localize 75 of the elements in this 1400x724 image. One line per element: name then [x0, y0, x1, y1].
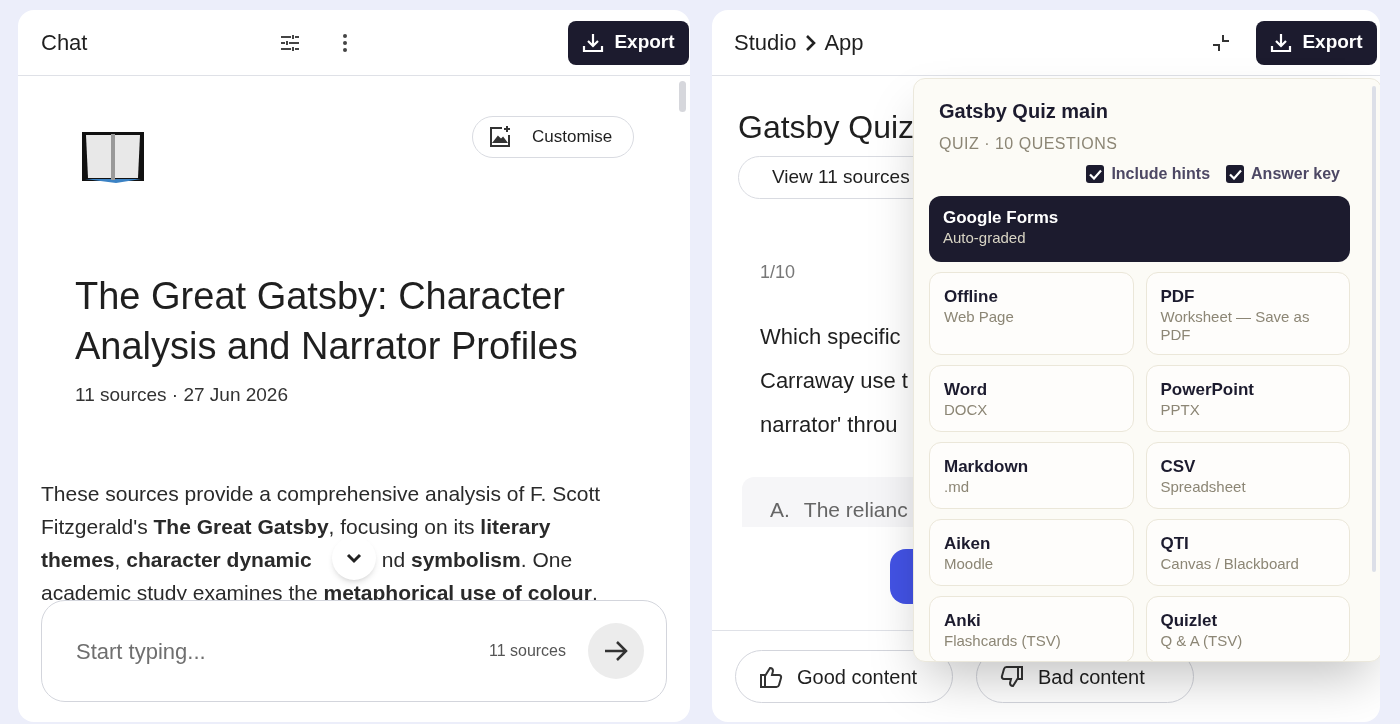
format-name: Word	[944, 379, 989, 401]
arrow-right-icon	[603, 640, 629, 662]
panel-title: Chat	[41, 29, 89, 57]
send-button[interactable]	[588, 623, 644, 679]
breadcrumb-current: App	[824, 29, 864, 57]
export-format-option[interactable]: PowerPoint PPTX	[1145, 365, 1350, 432]
format-name: PDF	[1160, 286, 1196, 308]
question-counter: 1/10	[760, 261, 797, 284]
format-name: Google Forms	[943, 207, 1060, 229]
export-format-option[interactable]: Quizlet Q & A (TSV)	[1145, 596, 1350, 661]
export-format-option[interactable]: CSV Spreadsheet	[1145, 442, 1350, 509]
format-detail: .md	[944, 478, 970, 496]
format-detail: Flashcards (TSV)	[944, 632, 1062, 650]
summary-text: academic study examines the metaphorical use of colour.	[41, 579, 598, 606]
format-name: Markdown	[944, 456, 1030, 478]
document-meta: 11 sources · 27 Jun 2026	[74, 383, 289, 407]
format-detail: Canvas / Blackboard	[1160, 555, 1300, 573]
export-format-option[interactable]: PDF Worksheet — Save as PDF	[1145, 272, 1350, 355]
scrollbar[interactable]	[1372, 86, 1376, 572]
format-name: CSV	[1160, 456, 1197, 478]
format-name: Offline	[944, 286, 999, 308]
summary-text: Fitzgerald's The Great Gatsby, focusing on its literary	[41, 513, 551, 540]
message-input[interactable]: Start typing...	[76, 634, 489, 668]
quiz-title: Gatsby Quiz	[738, 108, 915, 146]
checkbox[interactable]	[1086, 165, 1105, 183]
summary-text: themes, character dynamic	[41, 546, 312, 573]
add-image-icon	[488, 125, 512, 149]
question-text: Carraway use t	[760, 367, 908, 395]
question-text: narrator' throu	[760, 411, 898, 439]
checkbox-label: Answer key	[1251, 164, 1340, 184]
export-format-option[interactable]: Google Forms Auto-graded	[929, 196, 1350, 262]
export-format-option[interactable]: Anki Flashcards (TSV)	[929, 596, 1134, 661]
checkbox-label: Include hints	[1111, 164, 1211, 184]
chevron-down-icon	[345, 552, 363, 564]
collapse-icon[interactable]	[1211, 32, 1231, 53]
scrollbar[interactable]	[679, 81, 686, 112]
document-title: The Great Gatsby: Character Analysis and Narrator Profiles	[74, 274, 579, 369]
format-detail: Q & A (TSV)	[1160, 632, 1244, 650]
format-detail: DOCX	[944, 401, 989, 419]
breadcrumb-link[interactable]: Studio	[734, 26, 797, 59]
export-button[interactable]: Export	[1256, 20, 1377, 65]
export-format-option[interactable]: QTI Canvas / Blackboard	[1145, 519, 1350, 586]
question-text: Which specific	[760, 323, 901, 351]
format-detail: Worksheet — Save as PDF	[1160, 308, 1311, 344]
format-name: Aiken	[944, 533, 992, 555]
download-icon	[582, 31, 605, 54]
menu-subtitle: QUIZ · 10 QUESTIONS	[938, 134, 1119, 154]
thumbs-down-icon	[1000, 665, 1024, 688]
summary-text: nd symbolism. One	[381, 546, 573, 573]
checkbox[interactable]	[1226, 165, 1245, 183]
scroll-down-button[interactable]	[332, 536, 376, 580]
customise-button[interactable]: Customise	[472, 116, 634, 158]
format-detail: Auto-graded	[943, 229, 1027, 247]
format-name: PowerPoint	[1160, 379, 1255, 401]
format-name: Anki	[944, 610, 982, 632]
format-detail: Web Page	[944, 308, 1015, 326]
download-icon	[1270, 31, 1293, 54]
source-count: 11 sources	[488, 641, 566, 661]
option-text: The relianc	[803, 496, 908, 523]
option-letter: A.	[770, 496, 790, 523]
format-detail: Moodle	[944, 555, 995, 573]
export-format-option[interactable]: Aiken Moodle	[929, 519, 1134, 586]
format-detail: Spreadsheet	[1160, 478, 1247, 496]
thumbs-up-icon	[759, 665, 783, 688]
good-content-button[interactable]: Good content	[735, 650, 953, 703]
export-button[interactable]: Export	[568, 20, 689, 65]
export-format-option[interactable]: Word DOCX	[929, 365, 1134, 432]
format-name: Quizlet	[1160, 610, 1219, 632]
export-format-option[interactable]: Markdown .md	[929, 442, 1134, 509]
menu-title: Gatsby Quiz main	[938, 99, 1109, 124]
chevron-right-icon	[804, 33, 817, 52]
format-name: QTI	[1160, 533, 1190, 555]
format-detail: PPTX	[1160, 401, 1201, 419]
export-format-option[interactable]: Offline Web Page	[929, 272, 1134, 355]
summary-text: These sources provide a comprehensive analysis of F. Scott	[41, 480, 601, 507]
